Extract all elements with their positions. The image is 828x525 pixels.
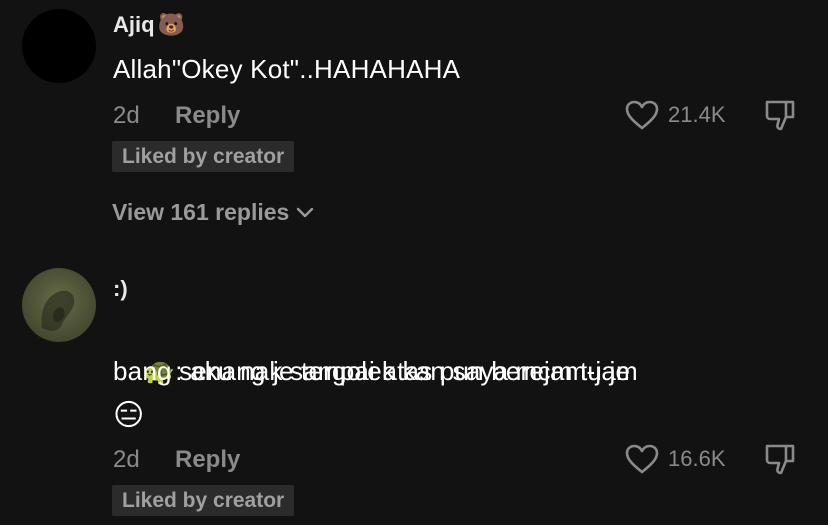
avatar-photo-image <box>41 290 75 331</box>
like-count: 16.6K <box>668 446 726 471</box>
avatar[interactable] <box>22 268 96 342</box>
like-count: 21.4K <box>668 102 726 127</box>
thumbs-down-icon[interactable] <box>763 98 799 134</box>
comment-username[interactable]: Ajiq 🐻 <box>113 12 185 38</box>
comment-text-line2: bang senang je tergolek kan saya mcm tu … <box>113 356 631 386</box>
comment-time: 2d <box>113 102 140 129</box>
view-replies-label: View 161 replies <box>112 199 290 225</box>
like-button[interactable]: 16.6K <box>624 443 726 475</box>
username-text: :) <box>113 276 128 301</box>
liked-by-creator-badge: Liked by creator <box>112 141 295 172</box>
view-replies-button[interactable]: View 161 replies <box>112 199 315 226</box>
heart-outline-icon <box>625 444 659 474</box>
expressionless-emoji: 😑 <box>113 399 145 432</box>
username-text: Ajiq <box>113 12 155 37</box>
like-button[interactable]: 21.4K <box>624 99 726 131</box>
liked-by-creator-badge: Liked by creator <box>112 485 295 516</box>
reply-button[interactable]: Reply <box>175 446 240 474</box>
comment-username[interactable]: :) <box>113 276 128 302</box>
comment-meta: 2d Reply <box>113 446 240 474</box>
chevron-down-icon <box>297 207 314 217</box>
thumbs-down-icon[interactable] <box>763 442 799 478</box>
reply-button[interactable]: Reply <box>175 102 240 130</box>
comment-meta: 2d Reply <box>113 102 240 130</box>
bear-emoji: 🐻 <box>157 12 185 37</box>
comment-text: Allah"Okey Kot"..HAHAHAHA <box>113 54 461 84</box>
comment-time: 2d <box>113 446 140 473</box>
avatar[interactable] <box>22 9 96 83</box>
heart-outline-icon <box>625 100 659 130</box>
